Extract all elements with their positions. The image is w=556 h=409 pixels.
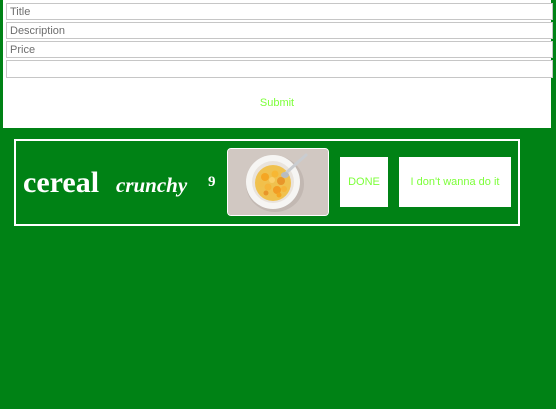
item-price: 9	[208, 174, 216, 190]
refuse-button[interactable]: I don't wanna do it	[399, 157, 511, 207]
item-description: crunchy	[116, 173, 188, 197]
submit-button[interactable]: Submit	[3, 92, 551, 114]
new-item-form: Submit	[3, 0, 553, 128]
item-card: cereal crunchy 9 DONE I don't wanna do i…	[14, 139, 520, 226]
item-title: cereal	[23, 166, 100, 199]
cereal-bowl-image	[227, 148, 329, 216]
description-input[interactable]	[6, 22, 553, 39]
cereal-bowl-icon	[228, 149, 328, 215]
title-input[interactable]	[6, 3, 553, 20]
done-button[interactable]: DONE	[340, 157, 388, 207]
image-url-input[interactable]	[6, 60, 553, 78]
price-input[interactable]	[6, 41, 553, 58]
